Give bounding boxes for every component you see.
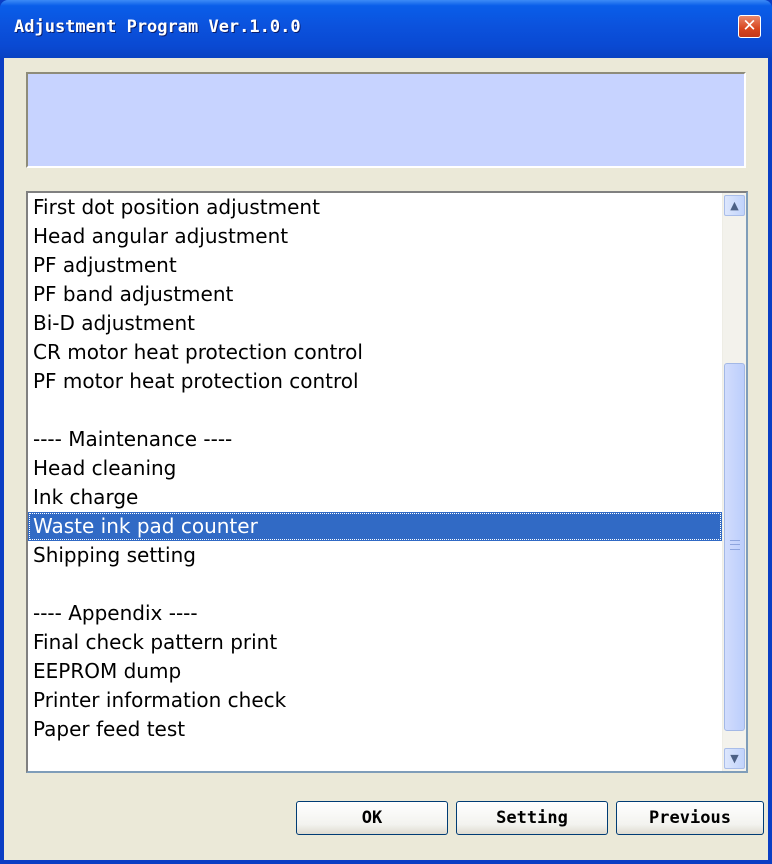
ok-button[interactable]: OK <box>296 801 448 835</box>
dialog-body: First dot position adjustment Head angula… <box>4 58 768 860</box>
list-item[interactable]: Head angular adjustment <box>28 222 722 251</box>
list-item[interactable]: ---- Maintenance ---- <box>28 425 722 454</box>
scrollbar-thumb[interactable] <box>724 363 745 731</box>
previous-button[interactable]: Previous <box>616 801 764 835</box>
window-title: Adjustment Program Ver.1.0.0 <box>14 17 301 37</box>
setting-button[interactable]: Setting <box>456 801 608 835</box>
close-button[interactable]: ✕ <box>738 15 761 38</box>
list-item[interactable]: ---- Appendix ---- <box>28 599 722 628</box>
list-item[interactable]: CR motor heat protection control <box>28 338 722 367</box>
list-item[interactable]: Final check pattern print <box>28 628 722 657</box>
list-item[interactable]: Head cleaning <box>28 454 722 483</box>
chevron-down-icon: ▼ <box>730 752 739 765</box>
list-item[interactable]: PF band adjustment <box>28 280 722 309</box>
list-item[interactable]: Bi-D adjustment <box>28 309 722 338</box>
title-bar[interactable]: Adjustment Program Ver.1.0.0 ✕ <box>0 0 772 58</box>
list-item[interactable]: Waste ink pad counter <box>28 512 722 541</box>
scroll-up-button[interactable]: ▲ <box>724 195 745 216</box>
scroll-down-button[interactable]: ▼ <box>724 748 745 769</box>
list-item[interactable]: First dot position adjustment <box>28 193 722 222</box>
function-listbox[interactable]: First dot position adjustment Head angula… <box>26 191 748 773</box>
vertical-scrollbar[interactable]: ▲ ▼ <box>722 193 746 771</box>
list-item[interactable]: Shipping setting <box>28 541 722 570</box>
list-item[interactable]: Paper feed test <box>28 715 722 744</box>
list-items: First dot position adjustment Head angula… <box>28 193 722 744</box>
chevron-up-icon: ▲ <box>730 199 739 212</box>
list-item[interactable]: PF adjustment <box>28 251 722 280</box>
grip-icon <box>730 540 740 550</box>
list-item[interactable]: Ink charge <box>28 483 722 512</box>
list-item[interactable]: Printer information check <box>28 686 722 715</box>
dialog-window: Adjustment Program Ver.1.0.0 ✕ First dot… <box>0 0 772 864</box>
message-banner <box>26 72 746 168</box>
list-item[interactable]: EEPROM dump <box>28 657 722 686</box>
list-item[interactable]: PF motor heat protection control <box>28 367 722 396</box>
close-icon: ✕ <box>742 16 757 36</box>
